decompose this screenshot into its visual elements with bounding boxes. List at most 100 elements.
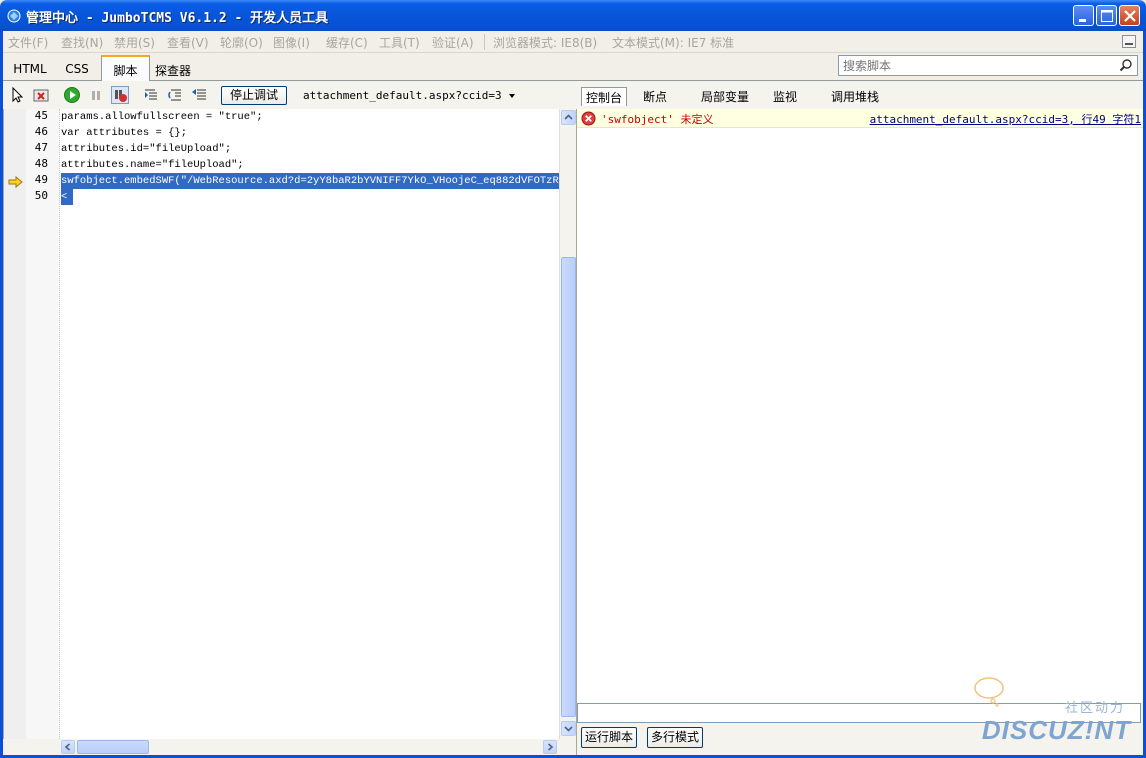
- devtools-frame: 文件(F) 查找(N) 禁用(S) 查看(V) 轮廓(O) 图像(I) 缓存(C…: [3, 31, 1143, 755]
- discuz-watermark: 社区动力 DISCUZ!NT: [951, 677, 1131, 749]
- title-bar: 管理中心 - JumboTCMS V6.1.2 - 开发人员工具: [0, 0, 1146, 31]
- scroll-left-button[interactable]: [61, 740, 75, 754]
- tab-console[interactable]: 控制台: [581, 87, 627, 106]
- code-line: params.allowfullscreen = "true";: [61, 111, 263, 123]
- minimize-panel-icon: [1125, 43, 1133, 45]
- error-location-link[interactable]: attachment_default.aspx?ccid=3, 行49 字符1: [870, 111, 1141, 127]
- menu-view[interactable]: 查看(V): [167, 34, 209, 51]
- play-icon: [64, 87, 80, 103]
- tab-profiler[interactable]: 探查器: [153, 57, 193, 81]
- line-number: 49: [34, 173, 48, 186]
- run-script-button[interactable]: 运行脚本: [581, 727, 637, 748]
- tab-breakpoints[interactable]: 断点: [637, 87, 673, 106]
- tab-call-stack[interactable]: 调用堆栈: [825, 87, 885, 106]
- watermark-cn-text: 社区动力: [1064, 701, 1125, 716]
- scroll-up-button[interactable]: [561, 110, 576, 125]
- close-icon: [1124, 10, 1136, 22]
- tab-locals[interactable]: 局部变量: [695, 87, 755, 106]
- main-tab-bar: HTML CSS 脚本 探查器: [3, 53, 1143, 82]
- scroll-left-icon: [64, 743, 71, 751]
- code-line: <: [61, 189, 73, 205]
- breakpoint-gutter[interactable]: [4, 109, 26, 739]
- script-toolbar: 停止调试 attachment_default.aspx?ccid=3: [3, 81, 576, 109]
- line-numbers: 45 46 47 48 49 50: [26, 109, 60, 739]
- scroll-right-button[interactable]: [543, 740, 557, 754]
- stop-debugging-button[interactable]: 停止调试: [221, 86, 287, 105]
- script-file-name: attachment_default.aspx?ccid=3: [303, 89, 502, 102]
- minimize-icon: [1079, 19, 1086, 22]
- current-code-line: swfobject.embedSWF("/WebResource.axd?d=2…: [61, 173, 560, 189]
- menu-find[interactable]: 查找(N): [61, 34, 103, 51]
- step-into-button[interactable]: [143, 86, 161, 104]
- console-error-message: 'swfobject' 未定义 attachment_default.aspx?…: [577, 109, 1143, 128]
- step-over-button[interactable]: [167, 86, 185, 104]
- menu-document-mode[interactable]: 文本模式(M): IE7 标准: [612, 34, 734, 51]
- menu-browser-mode[interactable]: 浏览器模式: IE8(B): [493, 34, 597, 51]
- line-number: 45: [34, 109, 48, 122]
- dropdown-arrow-icon: [509, 94, 516, 98]
- search-script-box: [838, 55, 1138, 76]
- line-number: 47: [34, 141, 48, 154]
- scroll-right-icon: [547, 743, 554, 751]
- menu-images[interactable]: 图像(I): [273, 34, 310, 51]
- horizontal-scroll-thumb[interactable]: [77, 740, 149, 754]
- scroll-up-icon: [564, 114, 573, 120]
- close-button[interactable]: [1119, 5, 1140, 26]
- line-number: 46: [34, 125, 48, 138]
- chat-bubble-icon: [974, 677, 1004, 707]
- watermark-en-text: DISCUZ!NT: [981, 715, 1131, 745]
- step-into-icon: [145, 89, 157, 100]
- tab-css[interactable]: CSS: [57, 57, 97, 81]
- code-line: var attributes = {};: [61, 127, 188, 139]
- debug-panel-tab-bar: 控制台 断点 局部变量 监视 调用堆栈: [577, 81, 1143, 109]
- code-line: attributes.name="fileUpload";: [61, 159, 244, 171]
- minimize-devtools-button[interactable]: [1122, 35, 1136, 48]
- menu-outline[interactable]: 轮廓(O): [220, 34, 263, 51]
- menu-validate[interactable]: 验证(A): [432, 34, 474, 51]
- current-line-arrow-icon: [8, 176, 23, 188]
- window-title: 管理中心 - JumboTCMS V6.1.2 - 开发人员工具: [26, 11, 329, 26]
- multiline-mode-button[interactable]: 多行模式: [647, 727, 703, 748]
- break-on-error-button[interactable]: [111, 86, 129, 104]
- vertical-scroll-thumb[interactable]: [561, 257, 576, 717]
- menu-bar: 文件(F) 查找(N) 禁用(S) 查看(V) 轮廓(O) 图像(I) 缓存(C…: [3, 31, 1143, 53]
- error-icon: [581, 111, 596, 126]
- search-script-input[interactable]: [839, 56, 1109, 75]
- continue-button[interactable]: [63, 86, 81, 104]
- select-element-button[interactable]: [8, 86, 26, 104]
- pause-button[interactable]: [87, 86, 105, 104]
- minimize-button[interactable]: [1073, 5, 1094, 26]
- console-output: 'swfobject' 未定义 attachment_default.aspx?…: [577, 109, 1143, 703]
- step-out-button[interactable]: [191, 86, 209, 104]
- pause-icon: [92, 91, 100, 100]
- search-icon[interactable]: [1119, 58, 1133, 72]
- scroll-down-button[interactable]: [561, 721, 576, 736]
- script-file-dropdown[interactable]: attachment_default.aspx?ccid=3: [303, 89, 516, 102]
- maximize-icon: [1101, 10, 1113, 22]
- maximize-button[interactable]: [1096, 5, 1117, 26]
- line-number: 48: [34, 157, 48, 170]
- line-number: 50: [34, 189, 48, 202]
- clear-browser-cache-button[interactable]: [32, 86, 50, 104]
- step-out-icon: [192, 89, 206, 100]
- menu-disable[interactable]: 禁用(S): [114, 34, 155, 51]
- script-source-view[interactable]: 45 46 47 48 49 50 params.allowfullscreen…: [3, 109, 560, 739]
- menu-tools[interactable]: 工具(T): [379, 34, 420, 51]
- code-line: attributes.id="fileUpload";: [61, 143, 232, 155]
- tab-html[interactable]: HTML: [8, 57, 52, 81]
- break-on-error-icon: [115, 90, 127, 102]
- editor-vertical-scrollbar[interactable]: [559, 109, 576, 739]
- tab-watch[interactable]: 监视: [767, 87, 803, 106]
- ie-dev-tools-icon: [7, 9, 21, 23]
- scroll-down-icon: [564, 726, 573, 732]
- editor-corner: [3, 739, 60, 755]
- step-over-icon: [168, 89, 181, 101]
- menu-separator: [484, 34, 485, 50]
- pointer-icon: [12, 86, 24, 103]
- tab-script[interactable]: 脚本: [101, 55, 150, 82]
- menu-cache[interactable]: 缓存(C): [326, 34, 368, 51]
- editor-horizontal-scrollbar[interactable]: [60, 739, 559, 755]
- code-lines: params.allowfullscreen = "true"; var att…: [61, 109, 560, 739]
- error-text: 'swfobject' 未定义: [601, 113, 714, 126]
- menu-file[interactable]: 文件(F): [8, 34, 48, 51]
